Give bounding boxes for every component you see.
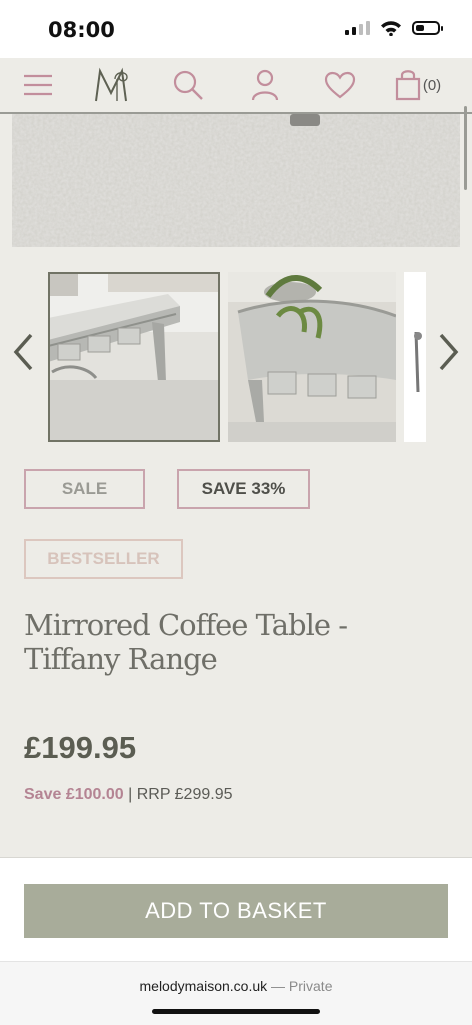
- wifi-icon: [381, 21, 401, 36]
- thumbnail-2[interactable]: [228, 272, 396, 442]
- thumbnail-1[interactable]: [48, 272, 220, 442]
- gallery-prev-arrow[interactable]: [8, 330, 38, 374]
- account-icon[interactable]: [248, 66, 282, 104]
- product-title: Mirrored Coffee Table - Tiffany Range: [24, 608, 348, 676]
- product-main-image[interactable]: [12, 114, 460, 247]
- rrp-price: RRP £299.95: [136, 786, 233, 803]
- thumbnail-strip: [48, 272, 426, 442]
- save-amount: Save £100.00: [24, 786, 124, 803]
- add-to-basket-button[interactable]: ADD TO BASKET: [24, 884, 448, 938]
- save-percent-badge: SAVE 33%: [177, 469, 310, 509]
- price-savings: Save £100.00 | RRP £299.95: [24, 786, 233, 804]
- basket-button[interactable]: (0): [390, 66, 446, 104]
- private-label: Private: [288, 978, 333, 994]
- product-price: £199.95: [24, 730, 137, 765]
- url-separator: —: [271, 978, 289, 994]
- menu-icon[interactable]: [22, 66, 54, 104]
- cellular-signal-icon: [345, 21, 370, 35]
- gallery-next-arrow[interactable]: [434, 330, 464, 374]
- status-bar: 08:00: [0, 0, 472, 58]
- page-scrollbar[interactable]: [464, 106, 467, 190]
- battery-icon: [412, 21, 443, 35]
- sale-badge: SALE: [24, 469, 145, 509]
- sticky-basket-panel: ADD TO BASKET: [0, 857, 472, 962]
- status-time: 08:00: [48, 18, 115, 42]
- basket-icon: [395, 70, 420, 101]
- price-separator: |: [128, 786, 137, 803]
- browser-address-bar[interactable]: melodymaison.co.uk — Private: [0, 961, 472, 1025]
- search-icon[interactable]: [170, 66, 206, 104]
- status-icons: [345, 20, 443, 36]
- heart-icon[interactable]: [322, 66, 358, 104]
- thumbnail-3[interactable]: [404, 272, 426, 442]
- cart-count: (0): [422, 76, 442, 94]
- site-header: (0): [0, 58, 472, 114]
- brand-logo[interactable]: [92, 66, 134, 104]
- home-indicator[interactable]: [152, 1009, 320, 1014]
- chevron-left-icon: [13, 333, 33, 371]
- address-text: melodymaison.co.uk — Private: [0, 978, 472, 994]
- url-domain: melodymaison.co.uk: [139, 978, 268, 994]
- bestseller-badge: BESTSELLER: [24, 539, 183, 579]
- chevron-right-icon: [439, 333, 459, 371]
